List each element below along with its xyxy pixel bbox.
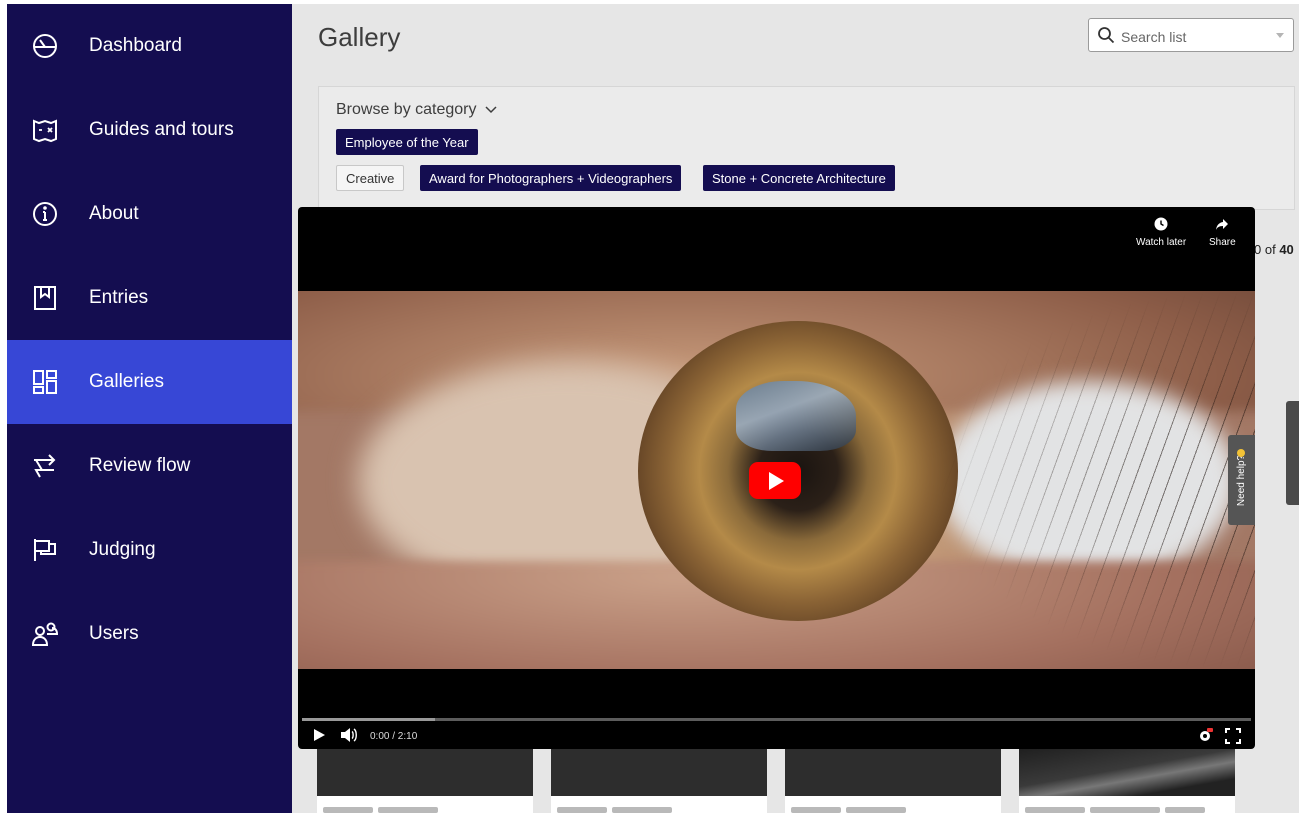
video-frame-eye-closeup[interactable]	[298, 291, 1255, 669]
sidebar-item-judging[interactable]: Judging	[7, 508, 292, 592]
sidebar-item-label: About	[89, 203, 139, 224]
need-help-tab[interactable]: Need help?	[1228, 435, 1255, 525]
video-top-bar: Watch later Share	[298, 207, 1255, 291]
sidebar-item-label: Guides and tours	[89, 119, 234, 140]
results-count-total: 40	[1279, 242, 1294, 257]
search-input[interactable]: Search list	[1088, 18, 1294, 52]
progress-loaded	[302, 718, 435, 721]
need-help-label: Need help?	[1236, 454, 1247, 506]
video-time-display: 0:00 / 2:10	[370, 731, 418, 742]
grid-gallery-icon	[31, 368, 59, 396]
sidebar-item-label: Review flow	[89, 455, 191, 476]
sidebar-item-review-flow[interactable]: Review flow	[7, 424, 292, 508]
sidebar-item-galleries[interactable]: Galleries	[7, 340, 292, 424]
sidebar-item-label: Dashboard	[89, 35, 182, 56]
video-progress-bar[interactable]	[302, 718, 1251, 721]
share-button[interactable]: Share	[1209, 217, 1236, 248]
sidebar-item-users[interactable]: Users	[7, 592, 292, 676]
sidebar-item-guides-and-tours[interactable]: Guides and tours	[7, 88, 292, 172]
fullscreen-icon[interactable]	[1225, 728, 1241, 744]
browse-label: Browse by category	[336, 101, 477, 118]
dashboard-gauge-icon	[31, 32, 59, 60]
clock-icon	[1154, 217, 1168, 231]
dropdown-caret-icon[interactable]	[1276, 33, 1284, 38]
results-count: 0 of 40	[1254, 242, 1294, 257]
card-thumbnail	[317, 748, 533, 796]
card-thumbnail	[785, 748, 1001, 796]
sidebar-item-label: Judging	[89, 539, 156, 560]
info-circle-icon	[31, 200, 59, 228]
watch-later-label: Watch later	[1136, 237, 1187, 248]
settings-gear-icon[interactable]	[1197, 728, 1213, 744]
bookmark-entries-icon	[31, 284, 59, 312]
play-icon[interactable]	[312, 728, 326, 742]
category-filter-panel: Browse by category Employee of the Year …	[318, 86, 1295, 210]
hand-wave-icon	[1237, 449, 1245, 457]
flag-icon	[31, 536, 59, 564]
category-tag-stone-concrete-architecture[interactable]: Stone + Concrete Architecture	[703, 165, 895, 191]
browse-by-category-toggle[interactable]: Browse by category	[336, 101, 497, 119]
card-thumbnail	[551, 748, 767, 796]
youtube-play-button[interactable]	[749, 462, 801, 499]
side-feedback-tab[interactable]	[1286, 401, 1299, 505]
card-thumbnail	[1019, 748, 1235, 796]
card-caption	[791, 800, 991, 813]
sidebar-item-about[interactable]: About	[7, 172, 292, 256]
category-tag-employee-of-the-year[interactable]: Employee of the Year	[336, 129, 478, 155]
page-title: Gallery	[318, 22, 401, 52]
card-caption	[323, 800, 523, 813]
sidebar-item-dashboard[interactable]: Dashboard	[7, 4, 292, 88]
category-tag-creative[interactable]: Creative	[336, 165, 405, 191]
gallery-card[interactable]	[1019, 748, 1235, 813]
search-placeholder: Search list	[1121, 29, 1187, 45]
sidebar-item-label: Users	[89, 623, 139, 644]
video-controls: 0:00 / 2:10	[298, 723, 1255, 749]
watch-later-button[interactable]: Watch later	[1136, 217, 1186, 248]
sidebar-item-label: Entries	[89, 287, 149, 308]
category-tag-award-photographers-videographers[interactable]: Award for Photographers + Videographers	[420, 165, 682, 191]
sidebar-item-label: Galleries	[89, 371, 164, 392]
chevron-down-icon	[484, 106, 497, 114]
results-count-prefix: 0 of	[1254, 242, 1276, 257]
sidebar: Dashboard Guides and tours About Entries…	[7, 4, 292, 813]
card-caption	[1025, 800, 1225, 813]
gallery-card[interactable]	[551, 748, 767, 813]
share-arrow-icon	[1216, 219, 1229, 230]
sidebar-item-entries[interactable]: Entries	[7, 256, 292, 340]
volume-icon[interactable]	[340, 727, 358, 743]
gallery-card[interactable]	[785, 748, 1001, 813]
gallery-card[interactable]	[317, 748, 533, 813]
share-label: Share	[1209, 237, 1236, 248]
search-icon	[1098, 27, 1115, 44]
card-caption	[557, 800, 757, 813]
video-player[interactable]: Watch later Share Need help? 0:00 / 2:10	[298, 207, 1255, 749]
users-icon	[31, 620, 59, 648]
map-guide-icon	[31, 116, 59, 144]
review-flow-arrows-icon	[31, 452, 59, 480]
